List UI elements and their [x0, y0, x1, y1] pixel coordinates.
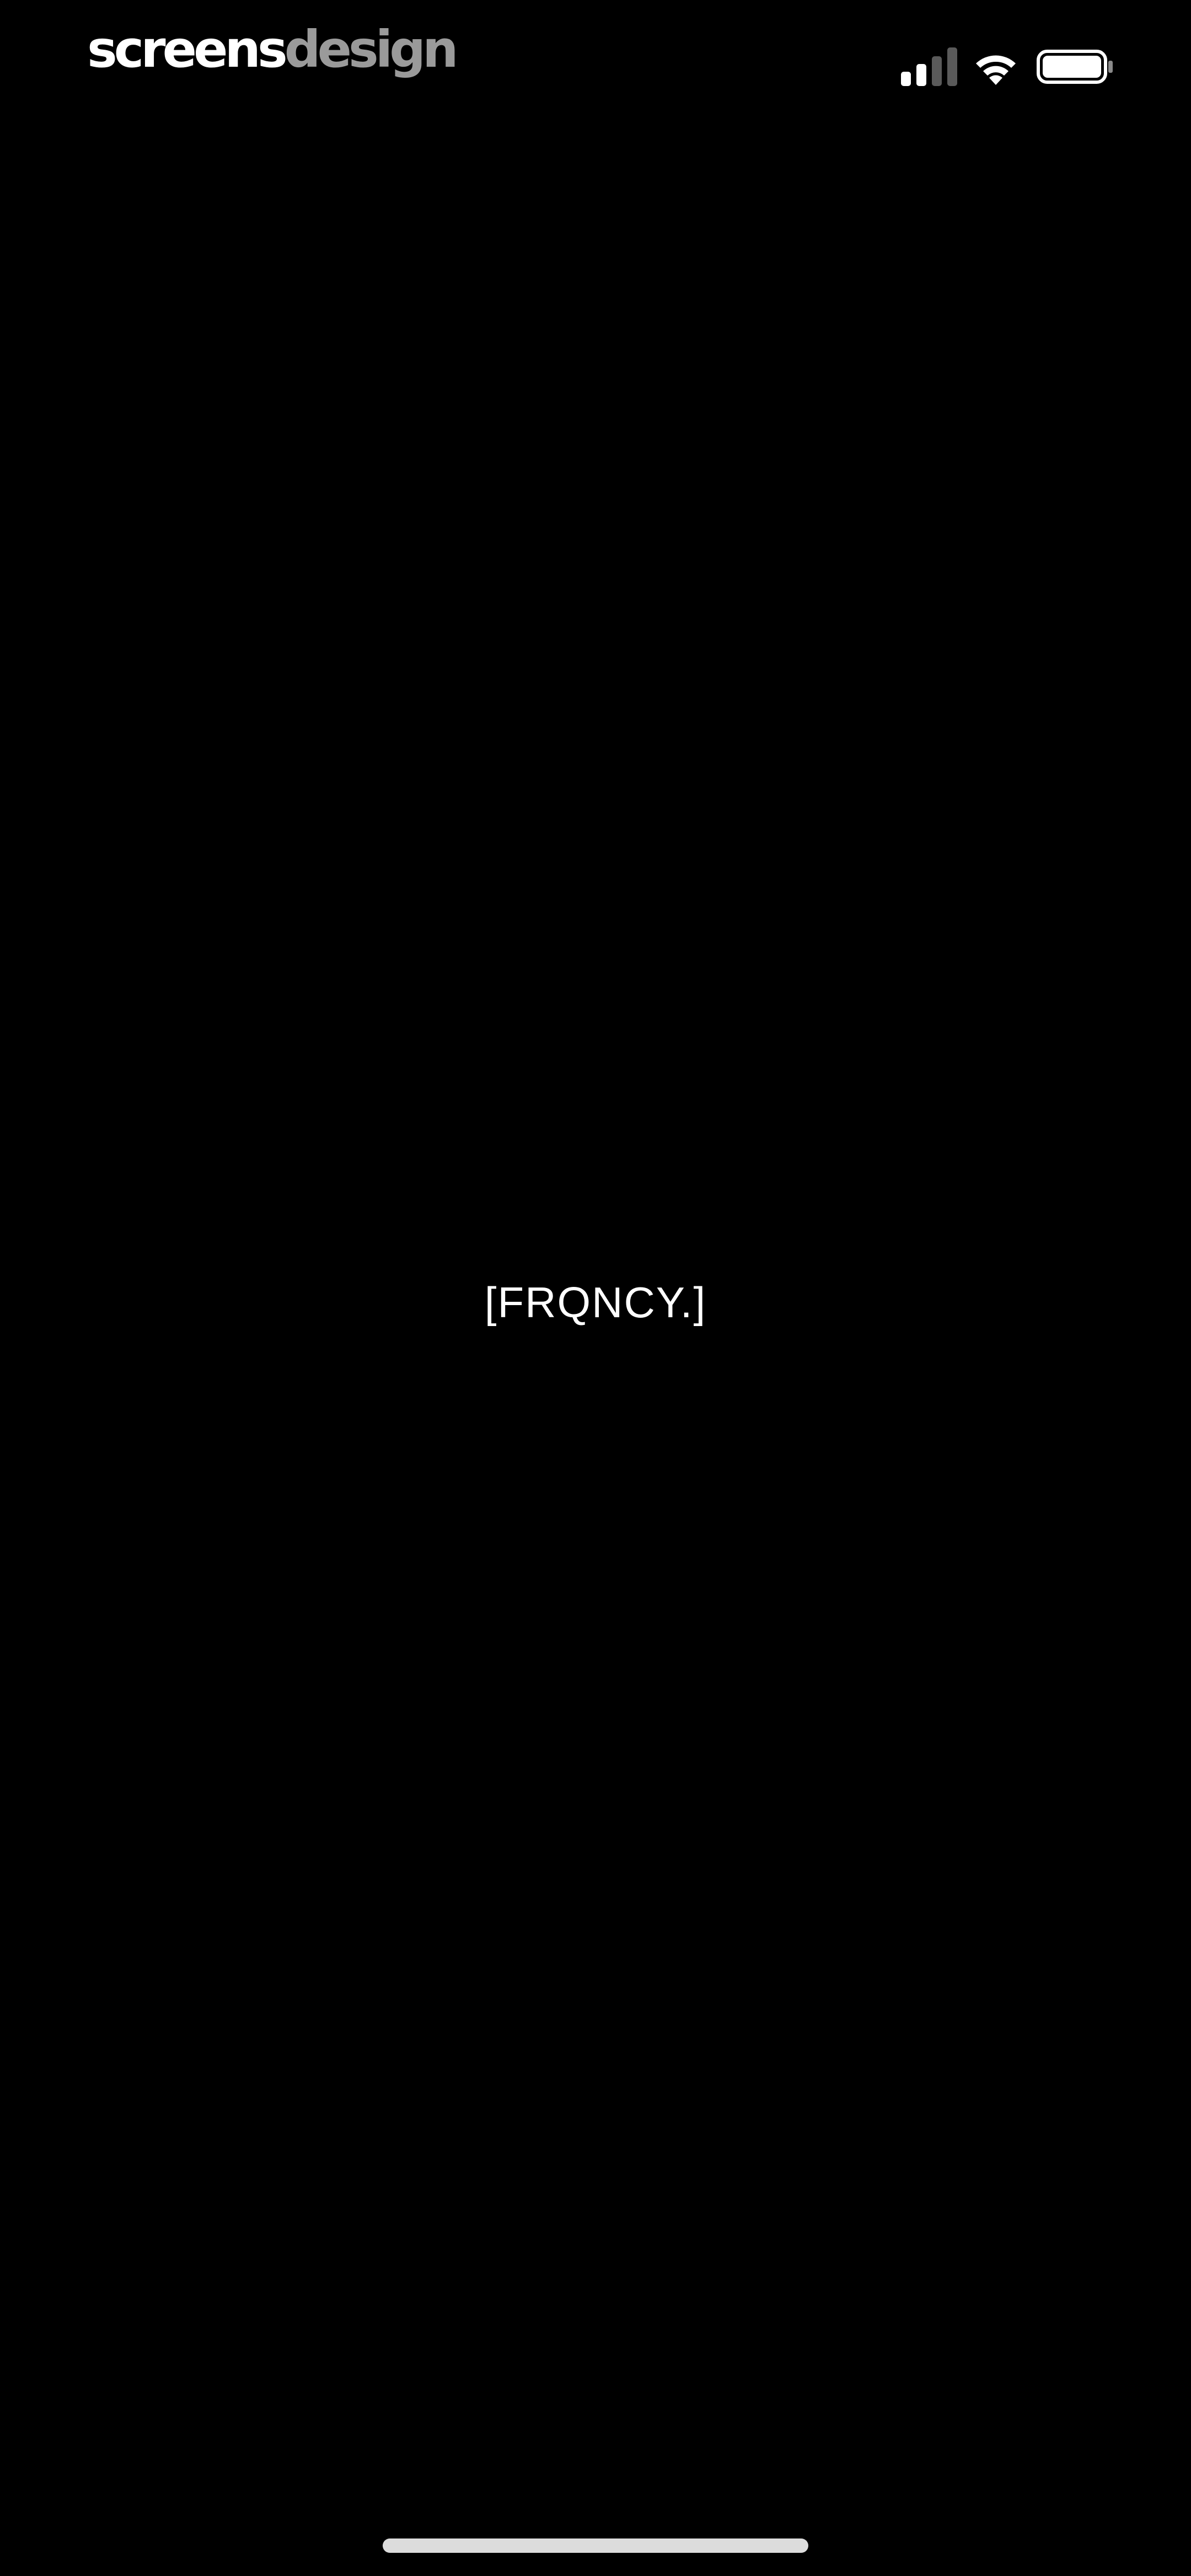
home-indicator[interactable]	[383, 2538, 808, 2553]
app-title: [FRQNCY.]	[484, 1278, 707, 1327]
status-icons	[901, 47, 1114, 86]
signal-icon	[901, 47, 957, 86]
brand-logo-primary: screens	[87, 20, 288, 79]
brand-logo: screensdesign	[87, 24, 459, 75]
wifi-icon	[976, 55, 1016, 85]
battery-icon	[1037, 50, 1113, 84]
brand-logo-secondary: design	[284, 20, 459, 79]
status-bar: screensdesign	[0, 0, 1191, 132]
